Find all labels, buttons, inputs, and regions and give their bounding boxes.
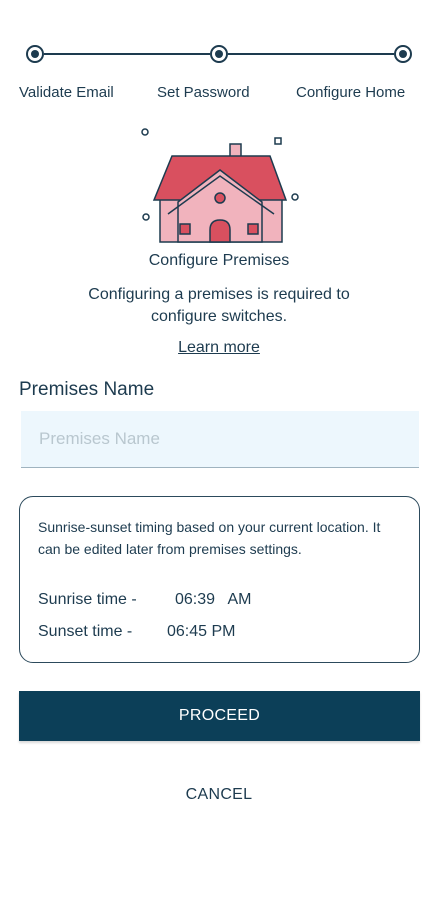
step-label-set-password: Set Password: [157, 84, 250, 101]
sun-timing-info-text: Sunrise-sunset timing based on your curr…: [38, 519, 381, 557]
proceed-button[interactable]: PROCEED: [19, 691, 420, 741]
step-label-validate-email: Validate Email: [19, 84, 114, 101]
sun-timing-card: Sunrise-sunset timing based on your curr…: [19, 496, 420, 663]
stepper-line-2: [228, 53, 394, 55]
sunrise-row: Sunrise time - 06:39 AM: [38, 591, 252, 609]
sunrise-value: 06:39 AM: [175, 591, 252, 608]
learn-more-link[interactable]: Learn more: [0, 339, 438, 357]
premises-name-label: Premises Name: [19, 379, 155, 400]
premises-name-field[interactable]: [21, 411, 419, 468]
house-illustration: [138, 124, 306, 244]
sunset-value: 06:45 PM: [167, 623, 236, 640]
cancel-button[interactable]: CANCEL: [0, 778, 438, 812]
progress-stepper: Validate Email Set Password Configure Ho…: [0, 40, 438, 101]
page-description: Configuring a premises is required to co…: [88, 286, 350, 325]
sunrise-label: Sunrise time -: [38, 591, 137, 608]
step-dot-set-password: [210, 45, 228, 63]
sunset-row: Sunset time - 06:45 PM: [38, 623, 235, 641]
sunset-label: Sunset time -: [38, 623, 133, 640]
step-dot-validate-email: [26, 45, 44, 63]
house-icon: [141, 128, 299, 243]
step-label-configure-home: Configure Home: [296, 84, 406, 101]
premises-name-input[interactable]: [21, 411, 419, 467]
stepper-line-1: [44, 53, 210, 55]
page-title: Configure Premises: [148, 252, 290, 269]
step-dot-configure-home: [394, 45, 412, 63]
